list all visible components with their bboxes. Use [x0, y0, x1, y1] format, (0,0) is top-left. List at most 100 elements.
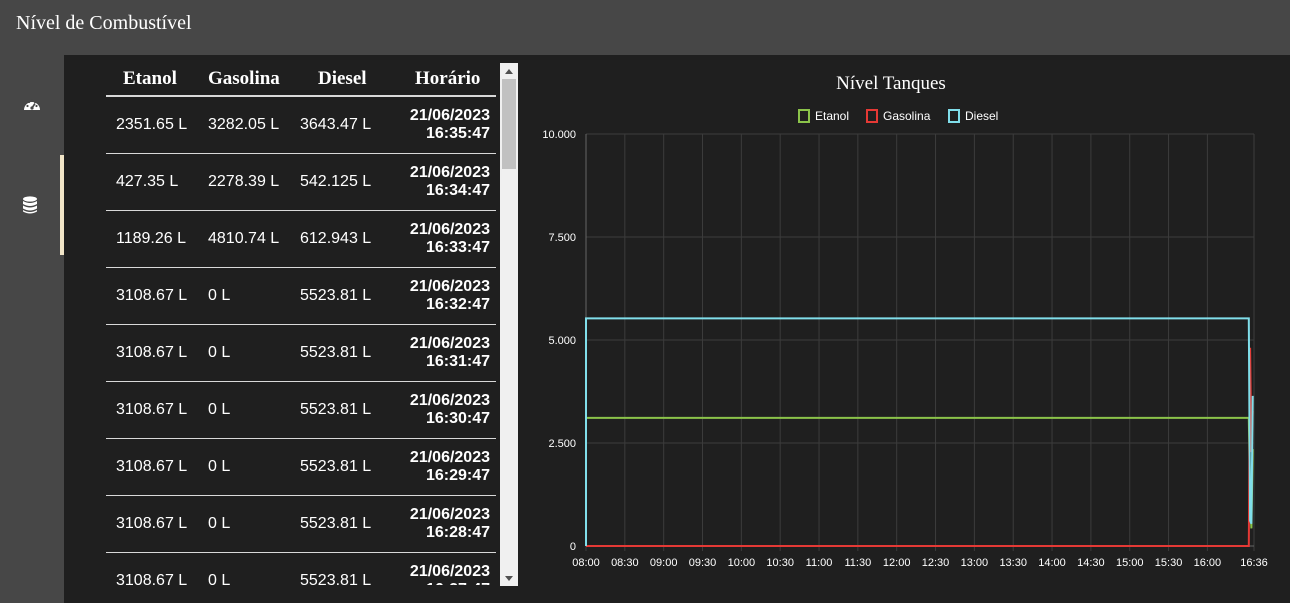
x-tick-label: 08:00 [572, 557, 600, 569]
cell-time: 16:34:47 [425, 182, 490, 199]
y-tick-label: 7.500 [548, 232, 576, 244]
cell-time: 16:31:47 [425, 353, 490, 370]
cell-diesel: 612.943 L [300, 230, 372, 247]
cell-date: 21/06/2023 [409, 107, 490, 124]
cell-gasolina: 0 L [208, 344, 231, 361]
main-content: Etanol Gasolina Diesel Horário 2351.65 L… [64, 55, 1290, 603]
table-row: 3108.67 L 0 L 5523.81 L 21/06/2023 16:28:47 [106, 496, 496, 553]
x-tick-label: 13:00 [961, 557, 989, 569]
app-title: Nível de Combustível [16, 12, 192, 34]
x-tick-label: 13:30 [999, 557, 1027, 569]
cell-horario: 21/06/2023 16:29:47 [410, 449, 490, 485]
cell-gasolina: 2278.39 L [208, 173, 280, 190]
cell-diesel: 5523.81 L [300, 344, 372, 361]
cell-gasolina: 0 L [208, 515, 231, 532]
cell-horario: 21/06/2023 16:35:47 [410, 107, 490, 143]
cell-horario: 21/06/2023 16:34:47 [410, 164, 490, 200]
cell-diesel: 5523.81 L [300, 515, 372, 532]
scrollbar-thumb[interactable] [502, 79, 516, 169]
legend-swatch-diesel [948, 109, 960, 123]
x-tick-label: 09:30 [689, 557, 717, 569]
cell-time: 16:27:47 [410, 581, 490, 585]
cell-etanol: 2351.65 L [116, 116, 188, 133]
sidebar-item-data[interactable] [0, 155, 64, 255]
table-row: 3108.67 L 0 L 5523.81 L 21/06/2023 16:30:47 [106, 382, 496, 439]
cell-time: 16:32:47 [425, 296, 490, 313]
cell-gasolina: 3282.05 L [208, 116, 280, 133]
database-icon [22, 196, 38, 214]
cell-etanol: 3108.67 L [116, 515, 188, 532]
cell-gasolina: 0 L [208, 458, 231, 475]
cell-etanol: 3108.67 L [116, 572, 188, 585]
series-line-gasolina [586, 347, 1254, 547]
app-header: Nível de Combustível [0, 0, 1290, 55]
table-header: Etanol Gasolina Diesel Horário [106, 65, 496, 97]
cell-diesel: 5523.81 L [300, 458, 372, 475]
cell-date: 21/06/2023 [409, 506, 490, 523]
cell-horario: 21/06/2023 16:30:47 [410, 392, 490, 428]
sidebar [0, 55, 64, 603]
cell-etanol: 3108.67 L [116, 287, 188, 304]
table-row: 3108.67 L 0 L 5523.81 L 21/06/2023 16:29:47 [106, 439, 496, 496]
cell-etanol: 427.35 L [116, 173, 179, 190]
x-tick-label: 14:00 [1038, 557, 1066, 569]
cell-horario: 21/06/2023 16:28:47 [410, 506, 490, 542]
x-tick-label: 12:30 [922, 557, 950, 569]
x-tick-label: 15:30 [1155, 557, 1183, 569]
cell-diesel: 5523.81 L [300, 287, 372, 304]
table-row: 3108.67 L 0 L 5523.81 L 21/06/202316:27:47 [106, 553, 496, 585]
table-body: 2351.65 L 3282.05 L 3643.47 L 21/06/2023 16:… [106, 97, 496, 585]
x-tick-label: 11:00 [806, 557, 833, 569]
cell-diesel: 5523.81 L [300, 572, 372, 585]
cell-etanol: 3108.67 L [116, 401, 188, 418]
cell-time: 16:33:47 [425, 239, 490, 256]
gauge-icon [23, 97, 41, 113]
y-tick-label: 5.000 [548, 335, 576, 347]
fuel-table: Etanol Gasolina Diesel Horário 2351.65 L… [106, 65, 518, 585]
cell-diesel: 3643.47 L [300, 116, 372, 133]
series-line-diesel [585, 317, 1254, 546]
legend-label-diesel: Diesel [965, 109, 998, 123]
table-scrollbar[interactable] [500, 63, 518, 586]
cell-etanol: 3108.67 L [116, 458, 188, 475]
cell-horario: 21/06/2023 16:33:47 [410, 221, 490, 257]
table-row: 3108.67 L 0 L 5523.81 L 21/06/2023 16:32:47 [106, 268, 496, 325]
x-tick-label: 14:30 [1077, 557, 1105, 569]
column-header-etanol: Etanol [123, 68, 177, 89]
cell-horario: 21/06/2023 16:31:47 [410, 335, 490, 371]
y-tick-label: 0 [570, 541, 576, 553]
column-header-horario: Horário [415, 68, 481, 89]
cell-date: 21/06/2023 [409, 392, 490, 409]
cell-date: 21/06/2023 [409, 278, 490, 295]
table-row: 1189.26 L 4810.74 L 612.943 L 21/06/2023 16:… [106, 211, 496, 268]
cell-horario: 21/06/2023 16:32:47 [410, 278, 490, 314]
cell-time: 16:29:47 [425, 467, 490, 484]
scroll-up-icon[interactable] [500, 63, 518, 79]
cell-etanol: 3108.67 L [116, 344, 188, 361]
sidebar-item-dashboard[interactable] [0, 55, 64, 155]
x-tick-label: 11:30 [845, 557, 872, 569]
cell-gasolina: 4810.74 L [208, 230, 280, 247]
scroll-down-icon[interactable] [500, 570, 518, 586]
cell-etanol: 1189.26 L [116, 230, 186, 247]
cell-time: 16:35:47 [425, 125, 490, 142]
x-tick-label: 10:00 [728, 557, 756, 569]
series-line-etanol [585, 416, 1254, 546]
cell-diesel: 542.125 L [300, 173, 372, 190]
y-tick-label: 10.000 [542, 129, 576, 141]
x-tick-label: 15:00 [1116, 557, 1144, 569]
x-tick-label: 10:30 [766, 557, 794, 569]
table-row: 2351.65 L 3282.05 L 3643.47 L 21/06/2023 16:… [106, 97, 496, 154]
cell-gasolina: 0 L [208, 287, 231, 304]
x-tick-label: 16:00 [1194, 557, 1222, 569]
x-tick-label: 16:36 [1240, 557, 1268, 569]
cell-gasolina: 0 L [208, 401, 231, 418]
cell-date: 21/06/2023 [409, 164, 490, 181]
legend-label-etanol: Etanol [815, 109, 849, 123]
cell-time: 16:30:47 [425, 410, 490, 427]
column-header-diesel: Diesel [318, 68, 367, 89]
table-row: 3108.67 L 0 L 5523.81 L 21/06/2023 16:31:47 [106, 325, 496, 382]
cell-diesel: 5523.81 L [300, 401, 372, 418]
x-tick-label: 09:00 [650, 557, 678, 569]
cell-horario: 21/06/202316:27:47 [410, 563, 490, 585]
